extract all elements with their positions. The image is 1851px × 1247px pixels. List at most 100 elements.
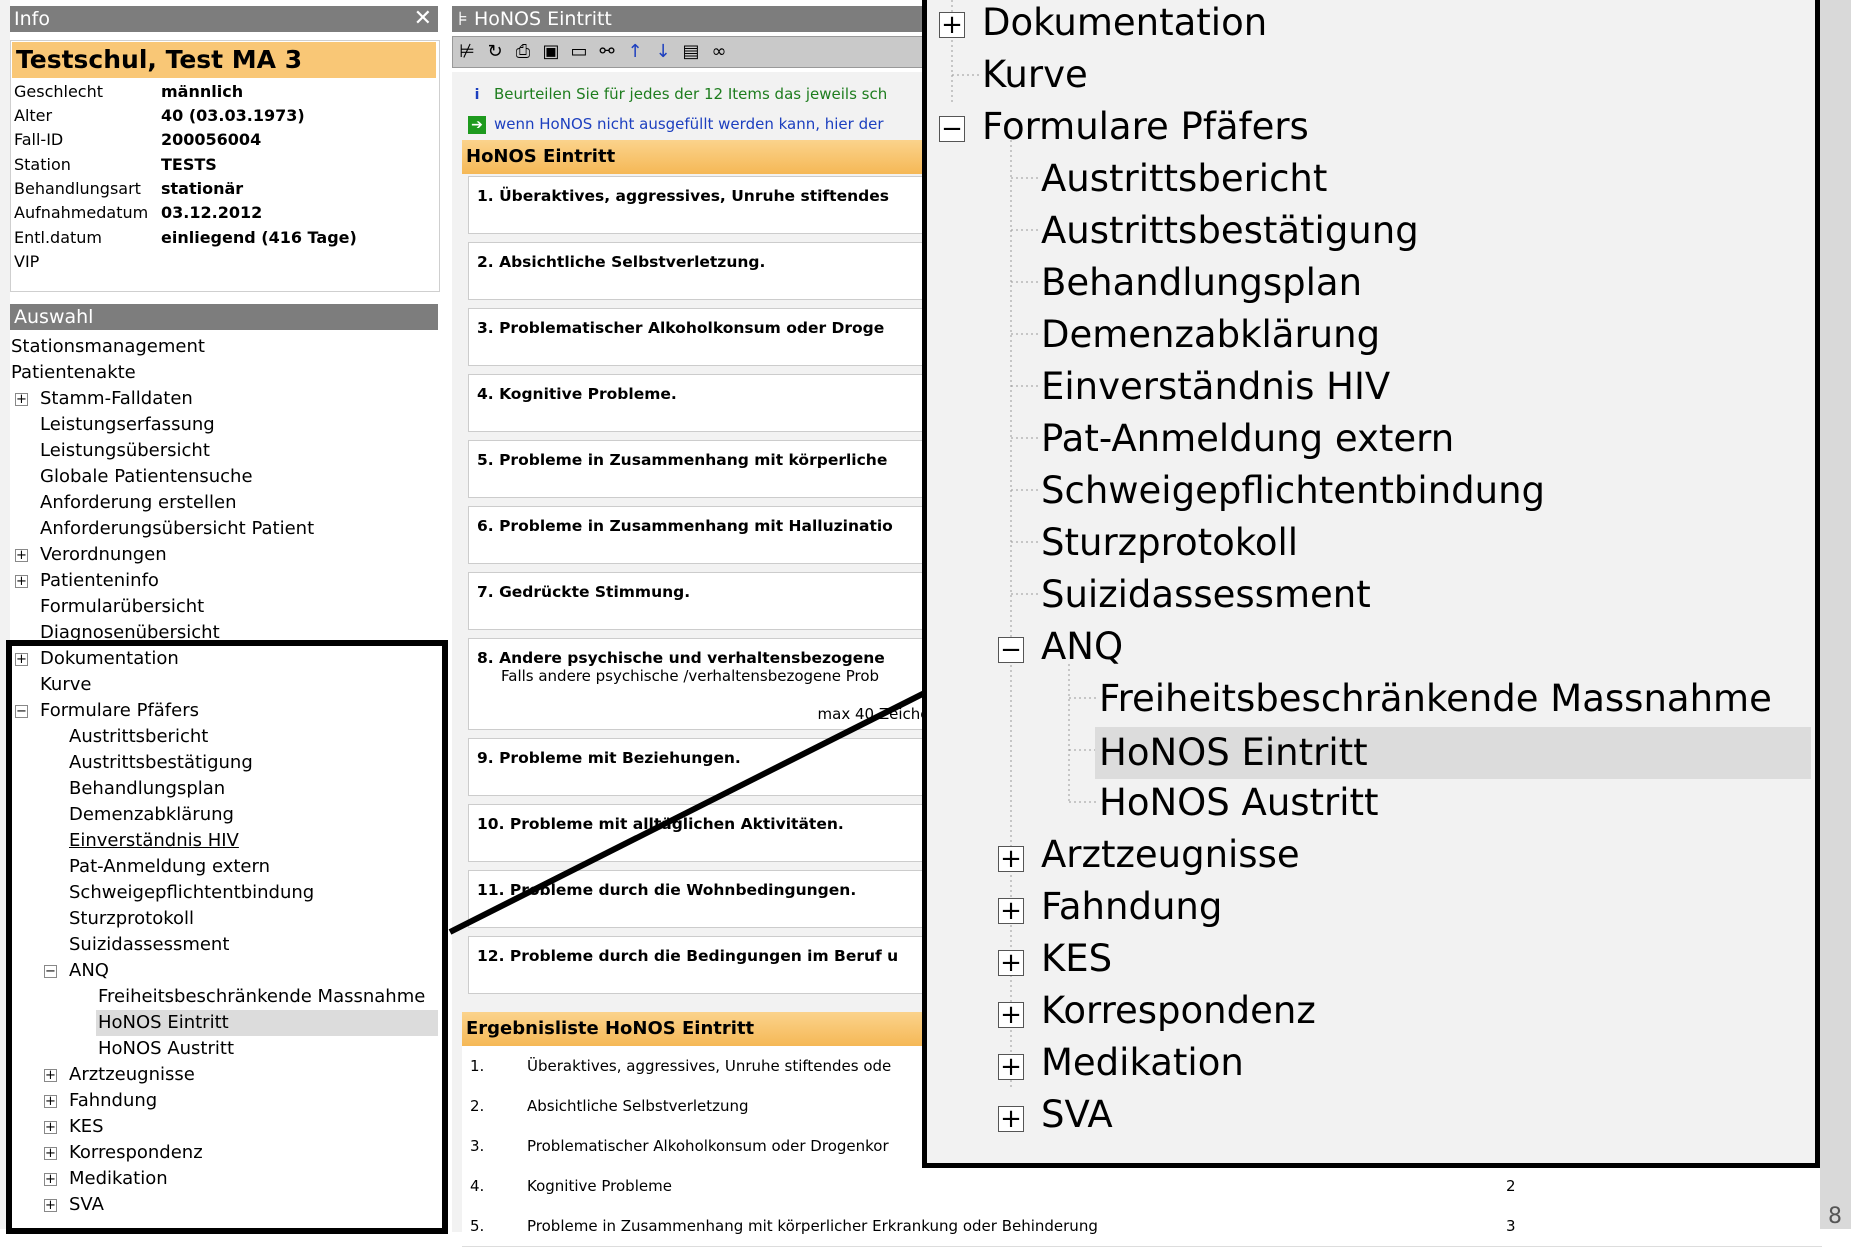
ztree-item-honos-eintritt[interactable]: HoNOS Eintritt: [1095, 727, 1811, 779]
tree-item-leistungserfassung[interactable]: Leistungserfassung: [40, 412, 215, 438]
tree-item-patientenakte[interactable]: Patientenakte: [11, 360, 136, 386]
info-panel-title-bar: Info ✕: [10, 6, 438, 32]
form-icon[interactable]: ▭: [565, 37, 593, 67]
info-row-entl-datum: Entl.datum einliegend (416 Tage): [14, 228, 357, 247]
tree-item-anforderung-erstellen[interactable]: Anforderung erstellen: [40, 490, 237, 516]
ztree-item-formulare-pfaefers[interactable]: Formulare Pfäfers: [982, 101, 1309, 153]
glasses-icon[interactable]: ∞: [705, 37, 733, 67]
preview-icon[interactable]: ▣: [537, 37, 565, 67]
result-row: 2. Absichtliche Selbstverletzung: [462, 1086, 952, 1127]
tree-item-patienteninfo[interactable]: Patienteninfo: [40, 568, 159, 594]
honos-item[interactable]: 6. Probleme in Zusammenhang mit Halluzin…: [468, 506, 954, 564]
hint-info: i Beurteilen Sie für jedes der 12 Items d…: [468, 82, 888, 106]
info-row-aufnahmedatum: Aufnahmedatum 03.12.2012: [14, 203, 263, 222]
ztree-item-behandlungsplan[interactable]: Behandlungsplan: [1041, 257, 1362, 309]
info-row-geschlecht: Geschlecht männlich: [14, 82, 244, 101]
arrow-down-icon[interactable]: ↓: [649, 37, 677, 67]
ztree-item-anq[interactable]: ANQ: [1041, 621, 1123, 673]
ztree-item-einverstaendnis-hiv[interactable]: Einverständnis HIV: [1041, 361, 1390, 413]
ztree-item-fahndung[interactable]: Fahndung: [1041, 881, 1222, 933]
zoomed-tree-panel: + Dokumentation Kurve − Formulare Pfäfer…: [922, 0, 1820, 1168]
honos-item[interactable]: 4. Kognitive Probleme.: [468, 374, 954, 432]
patient-name: Testschul, Test MA 3: [12, 42, 436, 78]
tree-item-stationsmanagement[interactable]: Stationsmanagement: [11, 334, 205, 360]
honos-title-bar: ⊧ HoNOS Eintritt: [452, 6, 954, 32]
ztree-item-austrittsbericht[interactable]: Austrittsbericht: [1041, 153, 1327, 205]
page-number-fragment: 8: [1828, 1204, 1842, 1229]
info-row-station: Station TESTS: [14, 155, 217, 174]
zoomed-tree: + Dokumentation Kurve − Formulare Pfäfer…: [927, 0, 1815, 1163]
info-row-vip: VIP: [14, 252, 40, 271]
binoculars-icon[interactable]: ⚯: [593, 37, 621, 67]
collapse-icon[interactable]: −: [998, 637, 1024, 663]
result-row: 4. Kognitive Probleme 2: [462, 1166, 1822, 1207]
honos-toolbar: ⊭ ↻ ⎙ ▣ ▭ ⚯ ↑ ↓ ▤ ∞: [452, 36, 954, 68]
honos-item[interactable]: 7. Gedrückte Stimmung.: [468, 572, 954, 630]
ztree-item-dokumentation[interactable]: Dokumentation: [982, 0, 1267, 49]
expand-icon[interactable]: +: [15, 575, 28, 588]
honos-item[interactable]: 3. Problematischer Alkoholkonsum oder Dr…: [468, 308, 954, 366]
result-row: 3. Problematischer Alkoholkonsum oder Dro…: [462, 1126, 952, 1167]
expand-icon[interactable]: +: [15, 549, 28, 562]
ztree-item-sva[interactable]: SVA: [1041, 1089, 1113, 1141]
annotation-arrow: [448, 660, 992, 935]
honos-item[interactable]: 5. Probleme in Zusammenhang mit körperli…: [468, 440, 954, 498]
info-icon: i: [474, 86, 480, 103]
collapse-icon[interactable]: −: [939, 116, 965, 142]
refresh-icon[interactable]: ↻: [481, 37, 509, 67]
right-edge-strip: 8: [1820, 0, 1851, 1229]
hint-skip[interactable]: ➔ wenn HoNOS nicht ausgefüllt werden kann…: [468, 112, 884, 136]
honos-item[interactable]: 2. Absichtliche Selbstverletzung.: [468, 242, 954, 300]
zoom-highlight-frame: [6, 640, 448, 1234]
print-icon[interactable]: ⎙: [509, 37, 537, 67]
ztree-item-honos-austritt[interactable]: HoNOS Austritt: [1099, 777, 1379, 829]
expand-icon[interactable]: +: [998, 846, 1024, 872]
ztree-item-kes[interactable]: KES: [1041, 933, 1112, 985]
expand-icon[interactable]: +: [998, 1054, 1024, 1080]
tree-item-stamm-falldaten[interactable]: Stamm-Falldaten: [40, 386, 193, 412]
info-row-behandlungsart: Behandlungsart stationär: [14, 179, 244, 198]
result-row: 5. Probleme in Zusammenhang mit körperlic…: [462, 1206, 1822, 1247]
ztree-item-arztzeugnisse[interactable]: Arztzeugnisse: [1041, 829, 1300, 881]
info-row-alter: Alter 40 (03.03.1973): [14, 106, 305, 125]
ztree-item-demenzabklaerung[interactable]: Demenzabklärung: [1041, 309, 1380, 361]
ztree-item-freiheitsbeschraenkende-massnahme[interactable]: Freiheitsbeschränkende Massnahme: [1099, 673, 1772, 725]
expand-icon[interactable]: +: [939, 12, 965, 38]
ztree-item-medikation[interactable]: Medikation: [1041, 1037, 1244, 1089]
ztree-item-pat-anmeldung-extern[interactable]: Pat-Anmeldung extern: [1041, 413, 1454, 465]
tree-item-leistungsuebersicht[interactable]: Leistungsübersicht: [40, 438, 210, 464]
tree-item-formularuebersicht[interactable]: Formularübersicht: [40, 594, 204, 620]
results-title: Ergebnisliste HoNOS Eintritt: [462, 1012, 952, 1046]
expand-icon[interactable]: +: [998, 1002, 1024, 1028]
honos-title: HoNOS Eintritt: [473, 8, 612, 30]
document-icon[interactable]: ▤: [677, 37, 705, 67]
auswahl-title-bar: Auswahl: [10, 304, 438, 330]
form-tree-icon: ⊧: [458, 8, 468, 30]
ztree-item-schweigepflichtentbindung[interactable]: Schweigepflichtentbindung: [1041, 465, 1545, 517]
result-row: 1. Überaktives, aggressives, Unruhe stift…: [462, 1046, 952, 1087]
ztree-item-korrespondenz[interactable]: Korrespondenz: [1041, 985, 1316, 1037]
info-panel-title: Info: [14, 8, 50, 30]
honos-item[interactable]: 1. Überaktives, aggressives, Unruhe stif…: [468, 176, 954, 234]
honos-item[interactable]: 12. Probleme durch die Bedingungen im Be…: [468, 936, 954, 994]
expand-icon[interactable]: +: [998, 1106, 1024, 1132]
result-value: 2: [1506, 1177, 1516, 1195]
ztree-item-suizidassessment[interactable]: Suizidassessment: [1041, 569, 1371, 621]
ztree-item-sturzprotokoll[interactable]: Sturzprotokoll: [1041, 517, 1298, 569]
expand-icon[interactable]: +: [998, 950, 1024, 976]
info-row-fall-id: Fall-ID 200056004: [14, 130, 262, 149]
result-value: 3: [1506, 1217, 1516, 1235]
close-icon[interactable]: ✕: [410, 6, 432, 32]
tree-item-anforderungsuebersicht-patient[interactable]: Anforderungsübersicht Patient: [40, 516, 314, 542]
arrow-up-icon[interactable]: ↑: [621, 37, 649, 67]
arrow-right-icon: ➔: [468, 115, 486, 134]
ztree-item-kurve[interactable]: Kurve: [982, 49, 1088, 101]
tree-icon[interactable]: ⊭: [453, 37, 481, 67]
ztree-item-austrittsbestaetigung[interactable]: Austrittsbestätigung: [1041, 205, 1419, 257]
honos-section-title: HoNOS Eintritt: [462, 140, 952, 174]
auswahl-title: Auswahl: [14, 306, 94, 328]
expand-icon[interactable]: +: [15, 393, 28, 406]
expand-icon[interactable]: +: [998, 898, 1024, 924]
tree-item-globale-patientensuche[interactable]: Globale Patientensuche: [40, 464, 253, 490]
tree-item-verordnungen[interactable]: Verordnungen: [40, 542, 167, 568]
